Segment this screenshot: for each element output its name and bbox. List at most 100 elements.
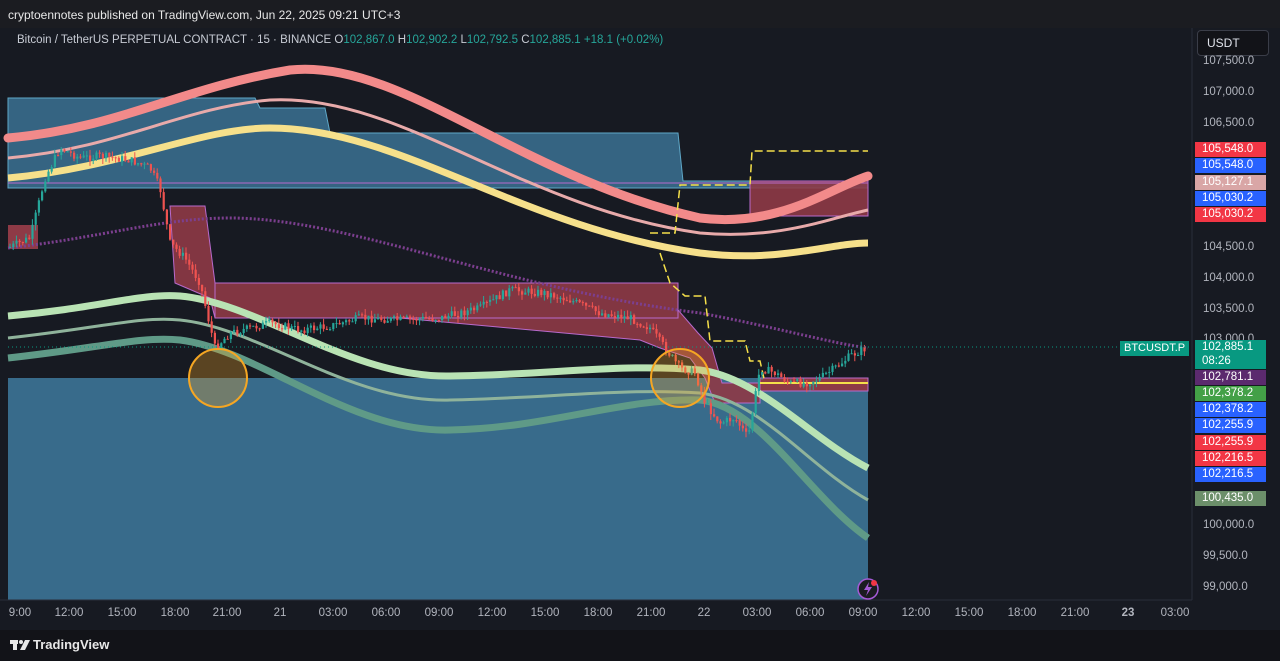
x-tick: 06:00 — [371, 607, 401, 619]
candle-body — [348, 320, 351, 322]
candle-body — [537, 289, 540, 296]
candle-body — [457, 315, 460, 318]
x-tick: 21:00 — [212, 607, 242, 619]
candle-body — [533, 293, 536, 296]
candle-body — [514, 287, 517, 289]
candle-body — [649, 327, 652, 330]
candle-body — [549, 293, 552, 298]
candle-body — [130, 157, 133, 163]
candle-body — [105, 152, 108, 159]
candle-body — [153, 170, 156, 173]
candle-body — [777, 373, 780, 375]
lightning-bolt-icon[interactable] — [857, 578, 879, 600]
candle-body — [354, 315, 357, 322]
candle-body — [127, 160, 130, 163]
x-tick: 03:00 — [742, 607, 772, 619]
candle-body — [850, 353, 853, 355]
candle-body — [524, 292, 527, 295]
candle-body — [249, 325, 252, 327]
candle-body — [300, 330, 303, 332]
candle-body — [735, 420, 738, 422]
candle-body — [303, 330, 306, 334]
candle-body — [501, 290, 504, 300]
currency-button[interactable]: USDT — [1197, 30, 1269, 56]
x-tick: 15:00 — [107, 607, 137, 619]
candle-body — [757, 374, 760, 392]
x-tick: 03:00 — [318, 607, 348, 619]
price-chart[interactable] — [0, 28, 1280, 630]
x-tick: 21:00 — [636, 607, 666, 619]
candle-body — [556, 297, 559, 299]
candle-body — [386, 320, 389, 323]
candle-body — [460, 310, 463, 318]
symbol-name: Bitcoin / TetherUS PERPETUAL CONTRACT · … — [17, 34, 332, 46]
candle-body — [191, 264, 194, 270]
candle-body — [53, 155, 56, 167]
candle-body — [588, 305, 591, 307]
candle-body — [98, 152, 101, 154]
candle-body — [306, 327, 309, 334]
candle-body — [825, 372, 828, 374]
candle-body — [751, 413, 754, 431]
footer-bar — [0, 630, 1280, 661]
candle-body — [530, 288, 533, 294]
candle-body — [863, 347, 866, 352]
candle-body — [361, 314, 364, 316]
x-tick: 09:00 — [424, 607, 454, 619]
candle-body — [831, 365, 834, 372]
candle-body — [258, 328, 261, 330]
candle-body — [210, 321, 213, 333]
candle-body — [706, 403, 709, 405]
bar-countdown: 08:26 — [1202, 355, 1231, 367]
candle-body — [761, 372, 764, 375]
candle-body — [543, 290, 546, 296]
candle-body — [396, 316, 399, 321]
candle-body — [409, 316, 412, 319]
chart-area[interactable] — [0, 28, 1280, 630]
candle-body — [719, 421, 722, 424]
candle-body — [633, 315, 636, 324]
candle-body — [290, 326, 293, 330]
candle-body — [841, 363, 844, 367]
x-tick: 18:00 — [583, 607, 613, 619]
candle-body — [450, 311, 453, 316]
candle-body — [793, 380, 796, 382]
candle-body — [383, 320, 386, 323]
x-tick: 18:00 — [160, 607, 190, 619]
candle-body — [57, 155, 60, 157]
candle-body — [805, 382, 808, 387]
candle-body — [745, 428, 748, 432]
candle-body — [108, 152, 111, 157]
candle-body — [325, 328, 328, 330]
candle-body — [463, 310, 466, 316]
candle-body — [802, 382, 805, 387]
candle-body — [18, 240, 21, 243]
candle-body — [405, 316, 408, 318]
candle-body — [818, 376, 821, 381]
candle-body — [143, 163, 146, 165]
candle-body — [437, 320, 440, 322]
tradingview-brand[interactable]: TradingView — [33, 637, 109, 652]
candle-body — [658, 333, 661, 337]
c-label: C — [521, 34, 530, 46]
candle-body — [767, 366, 770, 374]
tradingview-logo-icon[interactable] — [10, 638, 30, 652]
candle-body — [201, 284, 204, 292]
x-tick: 22 — [697, 607, 711, 619]
candle-body — [620, 314, 623, 319]
candle-body — [418, 318, 421, 321]
candle-body — [271, 319, 274, 323]
x-tick: 06:00 — [795, 607, 825, 619]
candle-body — [860, 347, 863, 356]
candle-body — [146, 163, 149, 165]
candle-body — [335, 323, 338, 325]
change-value: +18.1 (+0.02%) — [583, 34, 664, 46]
candle-body — [623, 316, 626, 319]
price-level-tag: 105,548.0 — [1195, 158, 1266, 173]
candle-body — [466, 310, 469, 316]
candle-body — [553, 293, 556, 298]
candle-body — [194, 269, 197, 278]
candle-body — [789, 380, 792, 382]
symbol-legend: Bitcoin / TetherUS PERPETUAL CONTRACT · … — [17, 34, 663, 46]
price-level-tag: 105,127.1 — [1195, 175, 1266, 190]
